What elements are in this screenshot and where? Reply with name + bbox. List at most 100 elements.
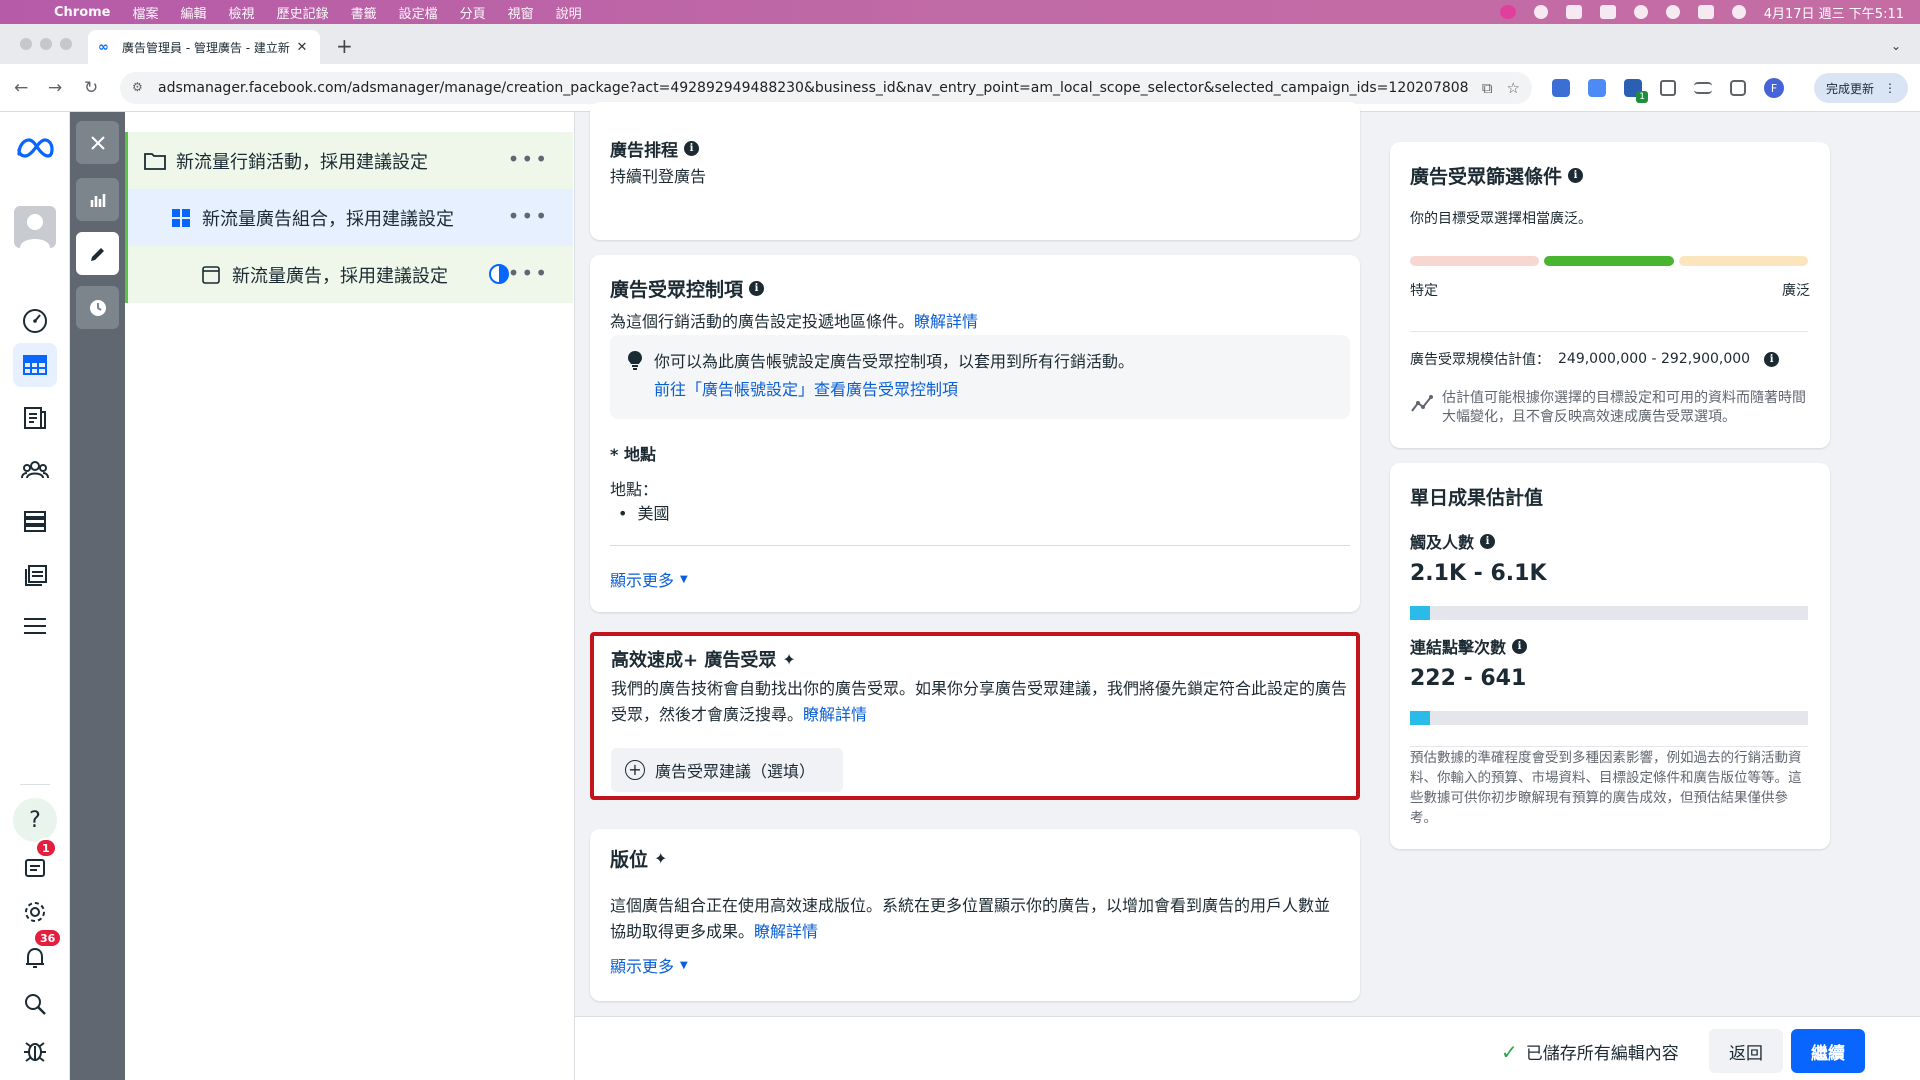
continue-button[interactable]: 繼續 (1791, 1029, 1865, 1073)
audience-size-row: 廣告受眾規模估計值： 249,000,000 - 292,900,000 i (1410, 349, 1780, 369)
nav-dashboard[interactable] (13, 298, 57, 342)
nav-campaigns[interactable] (13, 343, 57, 387)
nav-notifications[interactable]: 36 (13, 928, 63, 980)
meter-segment-fairly-broad (1544, 256, 1674, 266)
extension-icon-3[interactable]: 1 (1624, 79, 1648, 103)
nav-billing[interactable] (13, 500, 57, 544)
address-bar[interactable]: ⚙ adsmanager.facebook.com/adsmanager/man… (120, 72, 1532, 104)
audience-definition-title-row: 廣告受眾篩選條件 i (1410, 162, 1584, 189)
menu-file[interactable]: 檔案 (133, 3, 159, 22)
placements-learn-more-link[interactable]: 瞭解詳情 (754, 922, 818, 941)
update-chrome-button[interactable]: 完成更新 ⋮ (1813, 73, 1908, 103)
tree-item-adset[interactable]: 新流量廣告組合，採用建議設定 ••• (125, 189, 573, 246)
edit-mode-button[interactable] (76, 232, 119, 275)
apple-icon[interactable] (20, 4, 36, 20)
info-icon[interactable]: i (1764, 351, 1780, 367)
audience-controls-learn-more-link[interactable]: 瞭解詳情 (914, 312, 978, 331)
advantage-audience-section: 高效速成+ 廣告受眾 ✦ 我們的廣告技術會自動找出你的廣告受眾。如果你分享廣告受… (590, 632, 1360, 800)
placements-description: 這個廣告組合正在使用高效速成版位。系統在更多位置顯示你的廣告，以增加會看到廣告的… (610, 896, 1331, 941)
adset-more-options[interactable]: ••• (508, 206, 549, 226)
pencil-icon (90, 247, 104, 261)
messenger-status-icon[interactable] (1499, 5, 1516, 19)
nav-report-bug[interactable] (13, 1028, 57, 1072)
history-button[interactable] (76, 286, 119, 329)
info-icon[interactable]: i (684, 141, 699, 156)
tree-item-campaign[interactable]: 新流量行銷活動，採用建議設定 ••• (125, 132, 573, 189)
location-heading: * 地點 (610, 445, 656, 464)
new-tab-button[interactable]: + (336, 36, 353, 56)
menu-help[interactable]: 說明 (556, 3, 582, 22)
close-editor-button[interactable] (76, 121, 119, 164)
nav-all-tools[interactable] (13, 604, 57, 648)
back-arrow-icon[interactable]: ← (14, 78, 28, 98)
side-panel-icon[interactable] (1730, 80, 1746, 96)
nav-audiences[interactable] (13, 448, 57, 492)
menu-app-name[interactable]: Chrome (54, 5, 111, 20)
meta-logo-icon[interactable] (15, 136, 55, 160)
media-controls-icon[interactable] (1694, 82, 1712, 94)
menu-tab[interactable]: 分頁 (460, 3, 486, 22)
siri-icon[interactable] (1731, 5, 1746, 19)
gear-icon (25, 902, 45, 922)
tab-search-dropdown-icon[interactable]: ⌄ (1882, 34, 1910, 58)
bullet: • (618, 504, 628, 523)
record-status-icon[interactable] (1533, 5, 1548, 19)
info-icon[interactable]: i (749, 281, 765, 296)
battery-status-icon[interactable] (1599, 5, 1616, 19)
nav-campaign-notices[interactable]: 1 (13, 838, 57, 888)
spotlight-icon[interactable] (1665, 5, 1680, 19)
notes-status-icon[interactable] (1565, 5, 1582, 19)
profile-avatar[interactable]: F (1764, 78, 1784, 98)
audience-disclaimer: 估計值可能根據你選擇的目標設定和可用的資料而隨著時間大幅變化，且不會反映高效速成… (1442, 390, 1806, 425)
nav-search[interactable] (13, 982, 57, 1026)
extension-icon-1[interactable] (1552, 79, 1570, 97)
caret-down-icon: ▼ (680, 959, 688, 971)
advantage-audience-title-row: 高效速成+ 廣告受眾 ✦ (611, 646, 796, 672)
hamburger-menu-icon (24, 618, 46, 634)
notice-count-badge: 1 (35, 838, 57, 858)
menu-history[interactable]: 歷史記錄 (277, 3, 329, 22)
ad-more-options[interactable]: ••• (508, 263, 549, 283)
maximize-window-button[interactable] (60, 38, 72, 50)
translate-extension-icon[interactable] (1588, 79, 1606, 97)
charts-view-button[interactable] (76, 178, 119, 221)
nav-ad-pages[interactable] (13, 396, 57, 440)
info-icon[interactable]: i (1512, 638, 1528, 654)
nav-media-library[interactable] (13, 552, 57, 596)
audience-controls-description: 為這個行銷活動的廣告設定投遞地區條件。 (610, 312, 915, 331)
reload-icon[interactable]: ↻ (84, 78, 98, 98)
account-avatar[interactable] (14, 206, 56, 248)
tab-close-button[interactable]: ✕ (294, 40, 310, 55)
menu-window[interactable]: 視窗 (508, 3, 534, 22)
minimize-window-button[interactable] (40, 38, 52, 50)
url-text[interactable]: adsmanager.facebook.com/adsmanager/manag… (158, 80, 1468, 96)
close-window-button[interactable] (20, 38, 32, 50)
menu-profiles[interactable]: 設定檔 (399, 3, 438, 22)
menu-edit[interactable]: 編輯 (181, 3, 207, 22)
wifi-icon[interactable] (1633, 5, 1648, 19)
help-button[interactable]: ? (13, 798, 57, 842)
menu-bookmarks[interactable]: 書籤 (351, 3, 377, 22)
info-icon[interactable]: i (1568, 168, 1584, 183)
menu-view[interactable]: 檢視 (229, 3, 255, 22)
menubar-clock[interactable]: 4月17日 週三 下午5:11 (1764, 3, 1904, 22)
audience-suggestion-button[interactable]: + 廣告受眾建議（選填） (611, 748, 844, 792)
audience-controls-show-more[interactable]: 顯示更多 ▼ (610, 567, 688, 591)
audience-suggestion-label: 廣告受眾建議（選填） (655, 762, 816, 781)
placements-show-more[interactable]: 顯示更多 ▼ (610, 953, 688, 977)
advantage-audience-learn-more-link[interactable]: 瞭解詳情 (803, 705, 867, 724)
control-center-icon[interactable] (1697, 5, 1714, 19)
bookmark-star-icon[interactable]: ☆ (1507, 79, 1520, 97)
info-icon[interactable]: i (1480, 533, 1496, 549)
site-info-icon[interactable]: ⚙ (132, 80, 148, 96)
clicks-label: 連結點擊次數 (1410, 638, 1507, 657)
forward-arrow-icon[interactable]: → (48, 78, 62, 98)
campaign-structure-tree: 新流量行銷活動，採用建議設定 ••• 新流量廣告組合，採用建議設定 ••• 新流… (125, 112, 575, 1080)
account-settings-link[interactable]: 前往「廣告帳號設定」查看廣告受眾控制項 (654, 375, 1330, 405)
back-button[interactable]: 返回 (1709, 1029, 1783, 1073)
install-app-icon[interactable]: ⧉ (1482, 79, 1493, 97)
campaign-more-options[interactable]: ••• (508, 149, 549, 169)
tree-item-ad[interactable]: 新流量廣告，採用建議設定 ••• (125, 246, 573, 303)
browser-tab-active[interactable]: ∞ 廣告管理員 - 管理廣告 - 建立新 ✕ (88, 30, 320, 64)
extensions-puzzle-icon[interactable] (1660, 80, 1676, 96)
